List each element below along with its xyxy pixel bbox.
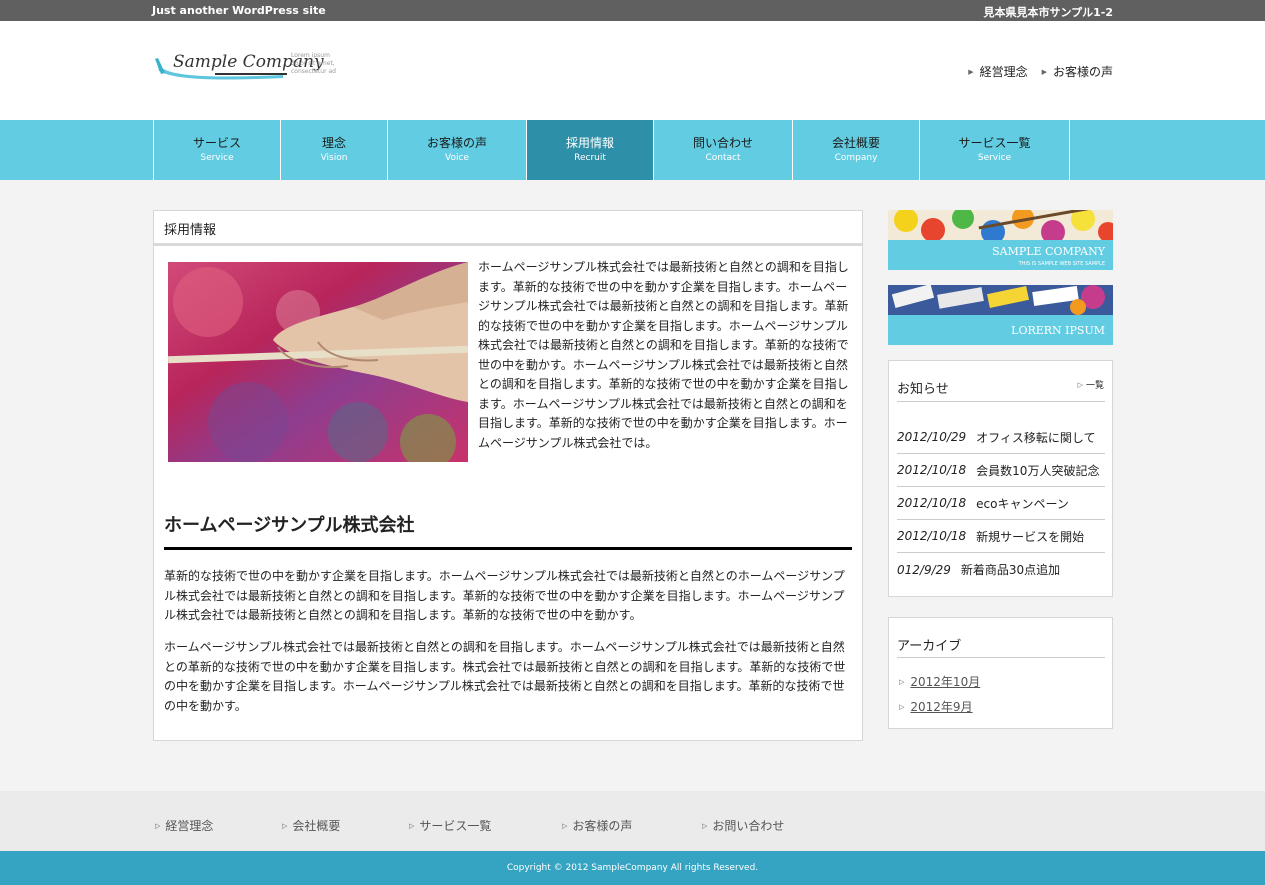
archive-link-label: 2012年10月 [910, 675, 981, 689]
main-content: 採用情報 ホームページサンプル株式会社では最新技術と自然との調和を目指します。革… [153, 210, 863, 741]
news-text: 会員数10万人突破記念 [976, 463, 1100, 478]
divider [897, 401, 1105, 402]
news-widget: お知らせ ▷ 一覧 2012/10/29 オフィス移転に関して 2012/10/… [888, 360, 1113, 597]
paint-palette-image [888, 210, 1113, 240]
news-text: オフィス移転に関して [976, 430, 1096, 445]
triangle-right-icon: ▷ [899, 702, 905, 711]
nav-item-company[interactable]: 会社概要 Company [793, 120, 920, 180]
company-heading: ホームページサンプル株式会社 [164, 511, 852, 550]
triangle-right-icon: ▶ [968, 67, 974, 76]
banner-sublabel: THIS IS SAMPLE WEB SITE SAMPLE [1018, 261, 1105, 267]
body-paragraph: 革新的な技術で世の中を動かす企業を目指します。ホームページサンプル株式会社では最… [164, 569, 845, 622]
footer-link-philosophy[interactable]: ▷ 経営理念 [155, 817, 213, 834]
triangle-right-icon: ▷ [282, 821, 288, 830]
nav-item-sublabel: Company [834, 152, 878, 163]
nav-item-vision[interactable]: 理念 Vision [281, 120, 388, 180]
triangle-right-icon: ▷ [562, 821, 568, 830]
footer-link-label: サービス一覧 [419, 819, 492, 833]
archive-widget: アーカイブ ▷ 2012年10月 ▷ 2012年9月 [888, 617, 1113, 729]
nav-item-label: 採用情報 [565, 135, 614, 150]
footer-link-label: お客様の声 [572, 819, 633, 833]
news-date: 2012/10/18 [897, 463, 967, 477]
site-header: Sample Company Lorem ipsum dolor sit ame… [0, 21, 1265, 120]
news-date: 2012/10/18 [897, 496, 967, 510]
banner-sample-company[interactable]: SAMPLE COMPANY THIS IS SAMPLE WEB SITE S… [888, 210, 1113, 270]
nav-item-label: お客様の声 [426, 135, 487, 150]
news-date: 2012/10/18 [897, 529, 967, 543]
nav-item-label: 問い合わせ [692, 135, 753, 150]
nav-item-label: 会社概要 [831, 135, 880, 150]
triangle-right-icon: ▷ [702, 821, 708, 830]
news-date: 2012/10/29 [897, 430, 967, 444]
logo-tagline: Lorem ipsum dolor sit amet, consectetur … [291, 52, 336, 75]
top-bar: Just another WordPress site 見本県見本市サンプル1-… [0, 0, 1265, 21]
nav-item-service[interactable]: サービス Service [154, 120, 281, 180]
news-item[interactable]: 012/9/29 新着商品30点追加 [897, 553, 1105, 586]
nav-item-sublabel: Service [977, 152, 1012, 163]
news-text: 新着商品30点追加 [960, 563, 1061, 577]
site-logo[interactable]: Sample Company Lorem ipsum dolor sit ame… [155, 49, 340, 85]
nav-item-sublabel: Vision [320, 152, 348, 163]
news-item[interactable]: 2012/10/18 ecoキャンペーン [897, 487, 1105, 520]
footer-link-voice[interactable]: ▷ お客様の声 [562, 817, 632, 834]
nav-item-contact[interactable]: 問い合わせ Contact [654, 120, 793, 180]
nav-item-sublabel: Voice [445, 152, 469, 163]
nav-item-label: サービス [192, 135, 241, 150]
paint-tubes-image [888, 285, 1113, 315]
footer-nav: ▷ 経営理念 ▷ 会社概要 ▷ サービス一覧 ▷ お客様の声 ▷ お問い合わせ [0, 791, 1265, 851]
paintbrush-photo [168, 262, 468, 462]
archive-link[interactable]: ▷ 2012年10月 [899, 673, 980, 690]
triangle-right-icon: ▶ [1041, 67, 1047, 76]
nav-item-service-list[interactable]: サービス一覧 Service [920, 120, 1070, 180]
nav-item-sublabel: Service [200, 152, 234, 163]
nav-item-label: サービス一覧 [958, 135, 1031, 150]
page-title: 採用情報 [154, 211, 862, 246]
nav-item-recruit[interactable]: 採用情報 Recruit [527, 120, 654, 180]
nav-item-sublabel: Recruit [574, 152, 606, 163]
news-item[interactable]: 2012/10/18 会員数10万人突破記念 [897, 454, 1105, 487]
news-item[interactable]: 2012/10/18 新規サービスを開始 [897, 520, 1105, 553]
copyright-bar: Copyright © 2012 SampleCompany All right… [0, 851, 1265, 885]
news-more-label: 一覧 [1085, 381, 1104, 391]
triangle-right-icon: ▷ [155, 821, 161, 830]
banner-label: LORERN IPSUM [1011, 324, 1105, 337]
global-nav: サービス Service 理念 Vision お客様の声 Voice 採用情報 … [0, 120, 1265, 180]
footer-link-label: 経営理念 [165, 819, 214, 833]
header-link-label: 経営理念 [979, 65, 1028, 79]
news-text: 新規サービスを開始 [976, 529, 1085, 544]
archive-title: アーカイブ [897, 639, 962, 654]
footer-link-company[interactable]: ▷ 会社概要 [282, 817, 340, 834]
banner-lorern-ipsum[interactable]: LORERN IPSUM [888, 285, 1113, 345]
nav-item-voice[interactable]: お客様の声 Voice [388, 120, 527, 180]
footer-link-contact[interactable]: ▷ お問い合わせ [702, 817, 784, 834]
header-link-philosophy[interactable]: ▶ 経営理念 [968, 63, 1027, 80]
nav-item-sublabel: Contact [705, 152, 741, 163]
news-text: ecoキャンペーン [976, 496, 1069, 511]
intro-text: ホームページサンプル株式会社では最新技術と自然との調和を目指します。革新的な技術… [478, 260, 849, 450]
footer-link-service-list[interactable]: ▷ サービス一覧 [409, 817, 491, 834]
address-text: 見本県見本市サンプル1-2 [983, 6, 1113, 19]
header-link-voice[interactable]: ▶ お客様の声 [1042, 63, 1113, 80]
site-tagline: Just another WordPress site [152, 4, 326, 17]
news-title: お知らせ [897, 382, 949, 397]
header-link-label: お客様の声 [1052, 65, 1113, 79]
footer-link-label: 会社概要 [292, 819, 341, 833]
triangle-right-icon: ▷ [409, 821, 415, 830]
divider [897, 657, 1105, 658]
footer-link-label: お問い合わせ [712, 819, 785, 833]
news-more-link[interactable]: ▷ 一覧 [1077, 378, 1104, 392]
triangle-right-icon: ▷ [899, 677, 905, 686]
header-links: ▶ 経営理念 ▶ お客様の声 [968, 63, 1113, 80]
paintbrush-photo-image [168, 262, 468, 462]
body-paragraph: ホームページサンプル株式会社では最新技術と自然との調和を目指します。ホームページ… [164, 640, 846, 713]
nav-item-label: 理念 [321, 135, 346, 150]
archive-link[interactable]: ▷ 2012年9月 [899, 698, 973, 715]
triangle-right-icon: ▷ [1077, 380, 1083, 389]
banner-label: SAMPLE COMPANY [992, 245, 1105, 258]
archive-link-label: 2012年9月 [910, 700, 973, 714]
news-item[interactable]: 2012/10/29 オフィス移転に関して [897, 421, 1105, 454]
news-date: 012/9/29 [897, 562, 951, 577]
